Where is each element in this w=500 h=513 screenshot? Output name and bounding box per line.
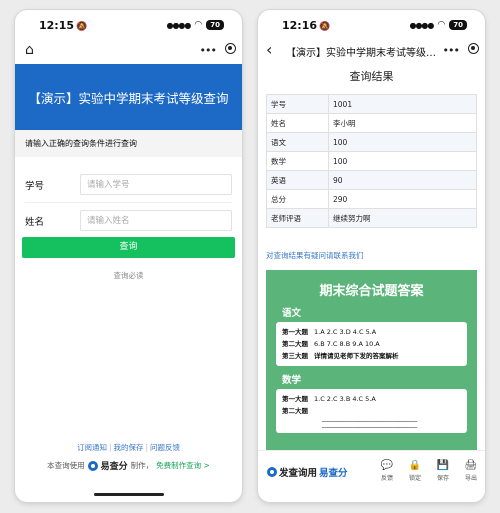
answer-line: 第三大题 详情请见老师下发的答案解析 xyxy=(282,352,399,360)
powered-by-prefix: 本查询使用 xyxy=(47,461,85,470)
footer-tools: 💬 反馈 🔒 锁定 💾 保存 🖨 导出 xyxy=(379,459,479,482)
page-banner: 【演示】实验中学期末考试等级查询 xyxy=(15,64,242,130)
powered-by-mid: 制作， xyxy=(130,461,154,470)
yichafen-logo-icon xyxy=(87,460,98,471)
answer-line: 第二大题 xyxy=(282,407,308,415)
query-hint: 请输入正确的查询条件进行查询 xyxy=(15,130,242,157)
math-answer-card: 第一大题 1.C 2.C 3.B 4.C 5.A 第二大题 ▁▁▁▁▁▁▁▁▁▁▁… xyxy=(276,389,467,433)
nav-bar: ‹ 【演示】实验中学期末考试等级查询 ••• xyxy=(258,40,485,64)
result-value: 100 xyxy=(328,132,477,152)
result-key: 总分 xyxy=(266,189,329,209)
query-required-reading-link[interactable]: 查询必读 xyxy=(15,270,242,281)
result-row: 总分 290 xyxy=(266,189,477,209)
result-row: 语文 100 xyxy=(266,132,477,152)
footer-brand-name: 易查分 xyxy=(319,468,348,479)
result-feedback-link[interactable]: 对查询结果有疑问请联系我们 xyxy=(266,250,364,261)
close-miniapp-icon[interactable] xyxy=(468,43,479,54)
export-icon: 🖨 xyxy=(464,460,478,471)
result-key: 老师评语 xyxy=(266,208,329,228)
student-id-row: 学号 xyxy=(25,167,232,203)
status-bar: 12:15 🔕 ●●●● ◠ 70 xyxy=(15,10,242,38)
my-saved-link[interactable]: 我的保存 xyxy=(114,443,144,452)
more-options-icon[interactable]: ••• xyxy=(200,44,217,57)
footer-links: 订阅通知 | 我的保存 | 问题反馈 xyxy=(76,443,181,452)
result-key: 学号 xyxy=(266,94,329,114)
battery-indicator: 70 xyxy=(206,20,224,30)
name-row: 姓名 xyxy=(25,203,232,239)
math-formula-scribble: ▁▁▁▁▁▁▁▁▁▁▁▁▁▁▁▁▁▁▁▁▁▁▁▁▁▁▁▁▁▁▁ xyxy=(322,423,418,428)
status-bar: 12:16 🔕 ●●●● ◠ 70 xyxy=(258,10,485,38)
result-row: 姓名 李小明 xyxy=(266,113,477,133)
yichafen-logo-icon xyxy=(267,467,277,477)
export-tool-button[interactable]: 🖨 导出 xyxy=(463,459,479,482)
cellular-signal-icon: ●●●● xyxy=(409,20,434,30)
nav-bar: ⌂ ••• xyxy=(15,40,242,64)
more-options-icon[interactable]: ••• xyxy=(443,44,460,57)
brand-name: 易查分 xyxy=(100,462,128,472)
chat-icon: 💬 xyxy=(380,460,394,471)
result-key: 数学 xyxy=(266,151,329,171)
cellular-signal-icon: ●●●● xyxy=(166,20,191,30)
name-label: 姓名 xyxy=(25,216,45,228)
bell-muted-icon: 🔕 xyxy=(76,22,88,32)
result-row: 学号 1001 xyxy=(266,94,477,114)
home-icon[interactable]: ⌂ xyxy=(25,42,34,58)
subscribe-link[interactable]: 订阅通知 xyxy=(77,443,107,452)
chinese-answer-card: 第一大题 1.A 2.C 3.D 4.C 5.A 第二大题 6.B 7.C 8.B … xyxy=(276,322,467,366)
powered-by: 本查询使用 易查分 制作， 免费制作查询 > xyxy=(15,459,242,472)
lock-tool-button[interactable]: 🔒 锁定 xyxy=(407,459,423,482)
nav-title: 【演示】实验中学期末考试等级查询 xyxy=(286,48,436,59)
result-key: 语文 xyxy=(266,132,329,152)
save-tool-button[interactable]: 💾 保存 xyxy=(435,459,451,482)
back-icon[interactable]: ‹ xyxy=(266,40,272,59)
result-key: 姓名 xyxy=(266,113,329,133)
free-create-link[interactable]: 免费制作查询 > xyxy=(156,460,210,471)
query-form-screen: 12:15 🔕 ●●●● ◠ 70 ⌂ ••• 【演示】实验中学期末考试等级查询 … xyxy=(15,10,242,502)
wifi-icon: ◠ xyxy=(437,20,446,30)
result-row: 英语 90 xyxy=(266,170,477,190)
wifi-icon: ◠ xyxy=(194,20,203,30)
student-id-label: 学号 xyxy=(25,180,45,192)
save-icon: 💾 xyxy=(436,460,450,471)
result-value: 290 xyxy=(328,189,477,209)
bell-muted-icon: 🔕 xyxy=(319,22,331,32)
answer-line: 第一大题 1.A 2.C 3.D 4.C 5.A xyxy=(282,328,377,336)
query-result-screen: 12:16 🔕 ●●●● ◠ 70 ‹ 【演示】实验中学期末考试等级查询 ••• … xyxy=(258,10,485,502)
feedback-tool-button[interactable]: 💬 反馈 xyxy=(379,459,395,482)
close-miniapp-icon[interactable] xyxy=(225,43,236,54)
answer-title: 期末综合试题答案 xyxy=(319,284,424,299)
status-time: 12:15 🔕 xyxy=(39,19,88,32)
result-table: 学号 1001 姓名 李小明 语文 100 数学 100 英语 90 总分 290 老师评语 继续努力啊 xyxy=(266,94,477,228)
student-id-input[interactable] xyxy=(80,174,232,195)
footer-brand[interactable]: 发查询用 易查分 xyxy=(267,465,348,479)
answer-image: 期末综合试题答案 语文 第一大题 1.A 2.C 3.D 4.C 5.A 第二大题… xyxy=(266,270,477,454)
answer-section-chinese: 语文 xyxy=(282,308,302,319)
status-time: 12:16 🔕 xyxy=(282,19,331,32)
result-footer: 发查询用 易查分 💬 反馈 🔒 锁定 💾 保存 🖨 导出 xyxy=(258,450,485,502)
result-value: 100 xyxy=(328,151,477,171)
result-row: 数学 100 xyxy=(266,151,477,171)
answer-section-math: 数学 xyxy=(282,375,302,386)
query-button[interactable]: 查询 xyxy=(22,237,235,258)
result-value: 继续努力啊 xyxy=(328,208,477,228)
name-input[interactable] xyxy=(80,210,232,231)
battery-indicator: 70 xyxy=(449,20,467,30)
footer-brand-prefix: 发查询用 xyxy=(279,468,318,479)
home-indicator xyxy=(93,493,164,496)
answer-line: 第二大题 6.B 7.C 8.B 9.A 10.A xyxy=(282,340,380,348)
result-value: 李小明 xyxy=(328,113,477,133)
feedback-link[interactable]: 问题反馈 xyxy=(150,443,180,452)
answer-line: 第一大题 1.C 2.C 3.B 4.C 5.A xyxy=(282,395,376,403)
result-key: 英语 xyxy=(266,170,329,190)
result-title: 查询结果 xyxy=(349,70,394,83)
result-value: 90 xyxy=(328,170,477,190)
lock-icon: 🔒 xyxy=(408,460,422,471)
result-value: 1001 xyxy=(328,94,477,114)
result-row: 老师评语 继续努力啊 xyxy=(266,208,477,228)
